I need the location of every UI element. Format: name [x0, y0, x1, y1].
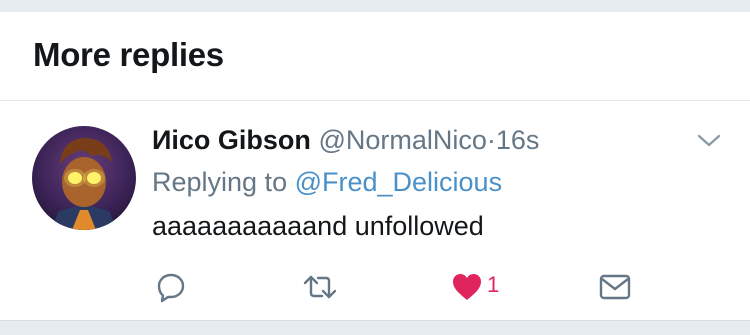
bottom-gap — [0, 321, 750, 335]
retweet-icon — [302, 271, 338, 303]
replying-prefix: Replying to — [152, 167, 295, 197]
replying-to: Replying to @Fred_Delicious — [152, 165, 502, 199]
section-title: More replies — [33, 36, 224, 73]
avatar[interactable] — [32, 126, 136, 230]
like-count: 1 — [487, 272, 500, 297]
reply-tweet[interactable]: Иico Gibson @NormalNico·16s Replying to … — [0, 101, 750, 321]
retweet-button[interactable] — [302, 271, 338, 303]
more-replies-header: More replies — [0, 12, 750, 101]
chevron-down-icon[interactable] — [694, 131, 724, 151]
user-handle[interactable]: @NormalNico — [318, 125, 486, 155]
separator-dot: · — [486, 125, 496, 155]
top-gap — [0, 0, 750, 12]
display-name[interactable]: Иico Gibson — [152, 125, 311, 155]
direct-message-button[interactable] — [598, 271, 632, 303]
tweet-text: aaaaaaaaaaand unfollowed — [152, 211, 484, 241]
heart-icon — [450, 271, 484, 303]
reply-button[interactable] — [155, 271, 187, 303]
mention-link[interactable]: @Fred_Delicious — [295, 167, 502, 197]
tweet-header: Иico Gibson @NormalNico·16s — [152, 123, 539, 157]
envelope-icon — [598, 271, 632, 303]
like-button[interactable] — [450, 271, 484, 303]
timestamp[interactable]: 16s — [496, 125, 540, 155]
reply-icon — [155, 271, 187, 303]
